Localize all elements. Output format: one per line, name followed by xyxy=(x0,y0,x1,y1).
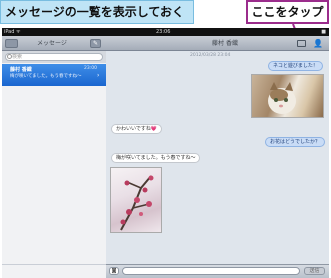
chevron-right-icon: › xyxy=(97,72,100,79)
carrier-label: iPad ᯤ xyxy=(4,29,21,35)
photo-plum-blossom[interactable] xyxy=(110,167,162,233)
conversation-time: 23:00 xyxy=(84,66,97,71)
message-bubble-out: お花はどうでしたか？ xyxy=(265,137,326,147)
compose-button[interactable]: ✎ xyxy=(90,39,101,48)
send-button[interactable]: 送信 xyxy=(304,267,325,275)
message-bubble-out: ネコと遊びました！ xyxy=(268,61,323,71)
edit-button[interactable] xyxy=(5,39,18,48)
clock: 23:06 xyxy=(156,29,171,35)
battery-icon: ■ xyxy=(321,29,326,35)
search-icon xyxy=(7,54,12,59)
plum-image xyxy=(120,175,154,231)
contact-icon[interactable]: 👤 xyxy=(313,39,323,48)
conversation-preview: 梅が咲いてました。もう春ですね〜 xyxy=(10,74,82,79)
forward-edit-icon[interactable] xyxy=(297,40,306,47)
conversation-title: 藤村 香織 xyxy=(212,40,238,47)
left-pane-bottom xyxy=(2,264,106,278)
photo-cat[interactable] xyxy=(251,74,324,118)
message-text-field[interactable] xyxy=(122,267,300,275)
status-bar: iPad ᯤ 23:06 ■ xyxy=(2,28,329,36)
message-bubble-in: かわいいですね💗 xyxy=(111,124,163,134)
date-stamp: 2012/03/28 23:04 xyxy=(190,53,231,58)
conversation-name: 藤村 香織 xyxy=(10,67,32,73)
message-bubble-in: 梅が咲いてました。もう春ですね〜 xyxy=(111,153,201,163)
cat-image xyxy=(268,82,296,114)
messages-title: メッセージ xyxy=(37,40,67,47)
camera-icon[interactable]: ◙ xyxy=(109,267,119,275)
search-input[interactable]: 検索 xyxy=(5,53,103,61)
